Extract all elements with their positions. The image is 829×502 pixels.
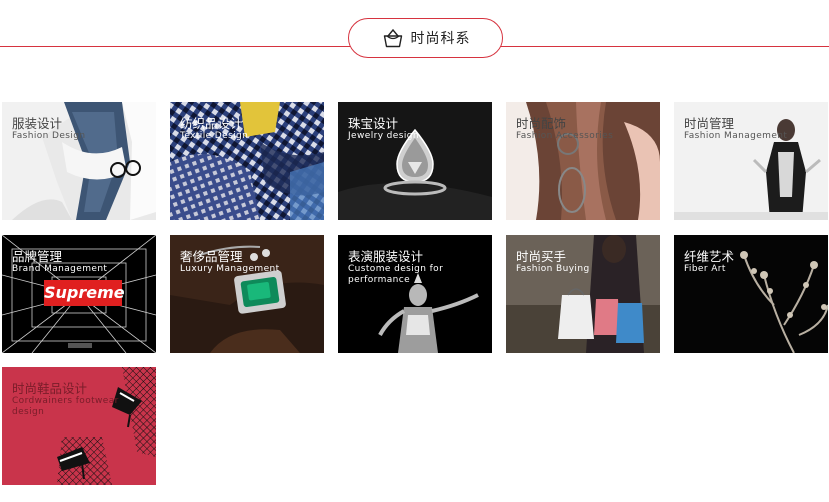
handbag-icon [383, 28, 402, 48]
department-name-zh: 表演服装设计 [348, 249, 424, 264]
department-name-en: Textile Design [180, 131, 249, 141]
department-tile-brand-management[interactable]: Supreme 品牌管理 Brand Management [2, 235, 156, 353]
department-tile-fashion-design[interactable]: 服装设计 Fashion Design [2, 102, 156, 220]
supreme-logo: Supreme [44, 283, 125, 302]
section-title: 时尚科系 [410, 31, 471, 47]
department-name-zh: 时尚买手 [516, 249, 567, 264]
department-name-en: Jewelry design [348, 131, 419, 141]
department-tile-performance-costume-design[interactable]: 表演服装设计 Custome design for performance [338, 235, 492, 353]
department-name-en: Custome design for performance [348, 264, 444, 285]
department-tile-fashion-management[interactable]: 时尚管理 Fashion Management [674, 102, 828, 220]
department-name-zh: 时尚鞋品设计 [12, 381, 88, 396]
department-name-zh: 纺织品设计 [180, 116, 243, 131]
department-tile-fashion-buying[interactable]: 时尚买手 Fashion Buying [506, 235, 660, 353]
department-name-zh: 时尚配饰 [516, 116, 567, 131]
department-tile-textile-design[interactable]: 纺织品设计 Textile Design [170, 102, 324, 220]
department-tile-jewelry-design[interactable]: 珠宝设计 Jewelry design [338, 102, 492, 220]
department-tile-footwear-design[interactable]: 时尚鞋品设计 Cordwainers footwear design [2, 367, 156, 485]
department-name-zh: 奢侈品管理 [180, 249, 243, 264]
department-name-zh: 纤维艺术 [684, 249, 735, 264]
department-name-en: Fashion Design [12, 131, 86, 141]
department-tile-fashion-accessories[interactable]: 时尚配饰 Fashion Accessories [506, 102, 660, 220]
department-name-en: Luxury Management [180, 264, 280, 274]
department-name-en: Fashion Buying [516, 264, 590, 274]
department-name-en: Fashion Accessories [516, 131, 614, 141]
department-name-en: Fiber Art [684, 264, 726, 274]
department-name-zh: 珠宝设计 [348, 116, 399, 131]
department-name-zh: 服装设计 [12, 116, 63, 131]
department-name-zh: 时尚管理 [684, 116, 735, 131]
department-name-en: Fashion Management [684, 131, 788, 141]
department-name-zh: 品牌管理 [12, 249, 63, 264]
department-name-en: Brand Management [12, 264, 108, 274]
department-tile-luxury-management[interactable]: 奢侈品管理 Luxury Management [170, 235, 324, 353]
section-title-pill: 时尚科系 [348, 18, 503, 58]
department-name-en: Cordwainers footwear design [12, 396, 119, 417]
department-tile-fiber-art[interactable]: 纤维艺术 Fiber Art [674, 235, 828, 353]
